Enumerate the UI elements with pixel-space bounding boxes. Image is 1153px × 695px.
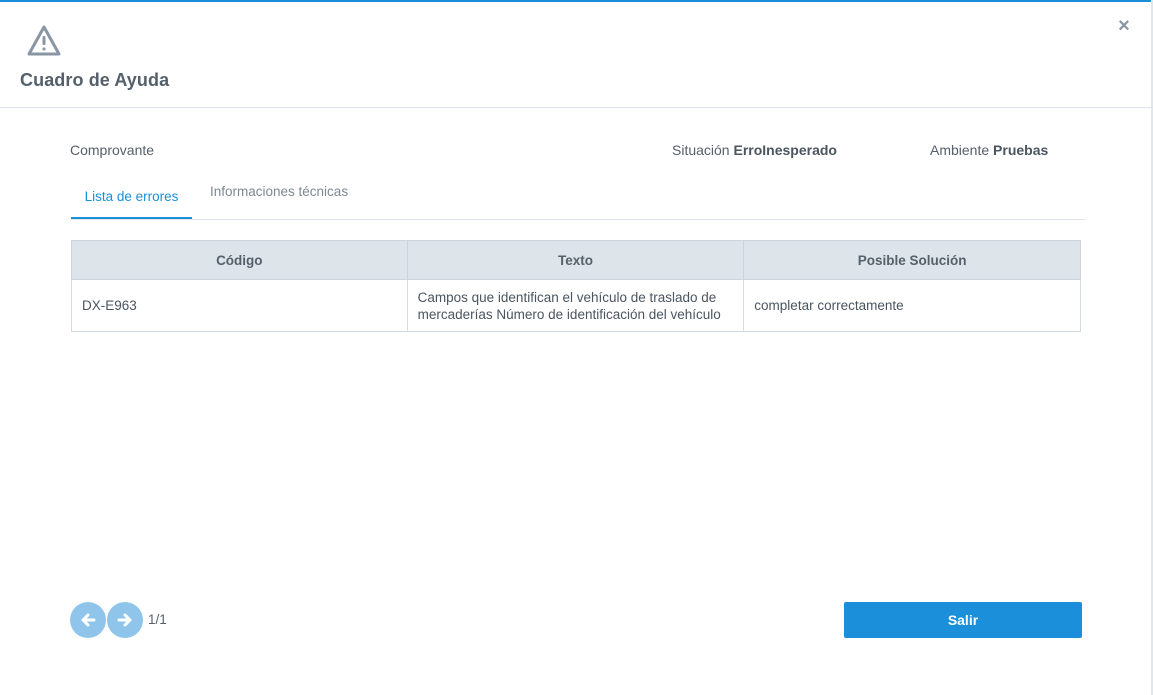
header-divider bbox=[0, 107, 1153, 108]
tabs-divider bbox=[71, 219, 1085, 220]
cell-texto: Campos que identifican el vehículo de tr… bbox=[406, 279, 745, 332]
situacion-label: Situación bbox=[672, 142, 730, 158]
next-page-button[interactable] bbox=[107, 602, 143, 638]
column-header-posible-solucion[interactable]: Posible Solución bbox=[743, 240, 1081, 280]
cell-codigo: DX-E963 bbox=[71, 279, 408, 332]
ambiente-info: Ambiente Pruebas bbox=[930, 142, 1048, 158]
page-indicator: 1/1 bbox=[148, 612, 167, 627]
warning-triangle-icon bbox=[27, 25, 61, 56]
table-row[interactable]: DX-E963 Campos que identifican el vehícu… bbox=[71, 279, 1081, 332]
errors-table: Código Texto Posible Solución DX-E963 Ca… bbox=[71, 240, 1081, 332]
table-header-row: Código Texto Posible Solución bbox=[71, 240, 1081, 280]
comprovante-label: Comprovante bbox=[70, 142, 155, 158]
arrow-left-icon bbox=[81, 613, 96, 627]
cell-posible-solucion: completar correctamente bbox=[743, 279, 1081, 332]
ambiente-label: Ambiente bbox=[930, 142, 990, 158]
tab-informaciones-tecnicas[interactable]: Informaciones técnicas bbox=[210, 180, 348, 220]
exit-button[interactable]: Salir bbox=[844, 602, 1082, 638]
previous-page-button[interactable] bbox=[70, 602, 106, 638]
situacion-value: ErroInesperado bbox=[733, 142, 837, 158]
ambiente-value: Pruebas bbox=[993, 142, 1049, 158]
column-header-texto[interactable]: Texto bbox=[406, 240, 745, 280]
top-accent-line bbox=[0, 0, 1153, 2]
column-header-codigo[interactable]: Código bbox=[71, 240, 408, 280]
arrow-right-icon bbox=[117, 613, 132, 627]
situacion-info: Situación ErroInesperado bbox=[672, 142, 837, 158]
tab-lista-de-errores[interactable]: Lista de errores bbox=[71, 180, 192, 220]
dialog-title: Cuadro de Ayuda bbox=[20, 70, 170, 90]
close-icon[interactable]: × bbox=[1116, 16, 1132, 36]
